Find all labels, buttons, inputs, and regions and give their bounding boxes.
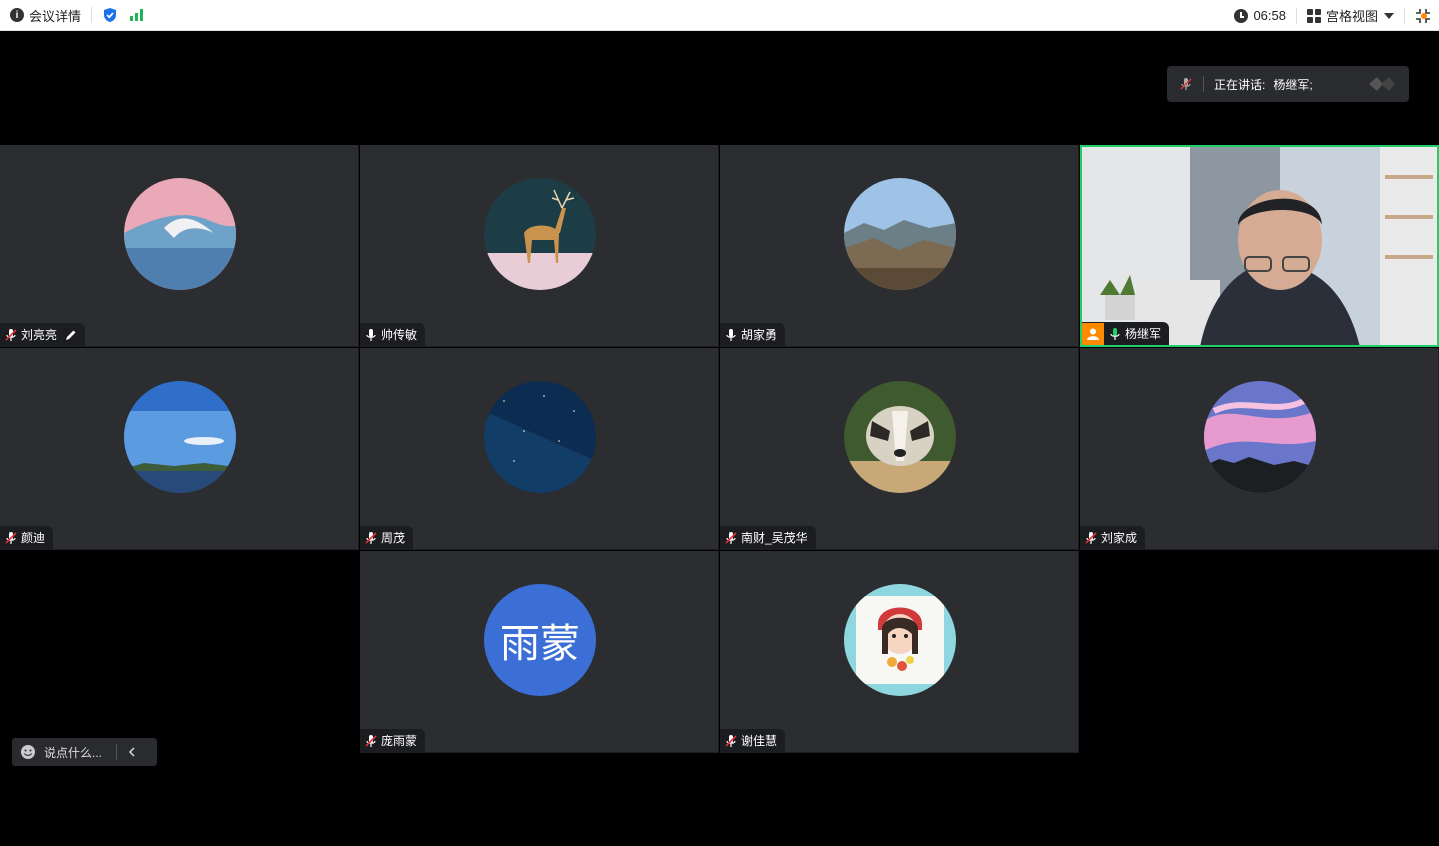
- participant-tile[interactable]: 雨蒙 庞雨蒙: [360, 551, 719, 753]
- avatar: [1204, 381, 1316, 493]
- avatar: [124, 381, 236, 493]
- mic-muted-icon: [725, 734, 737, 747]
- participant-tile[interactable]: 谢佳慧: [720, 551, 1079, 753]
- meeting-duration: 06:58: [1253, 8, 1286, 23]
- emoji-icon[interactable]: [20, 744, 36, 760]
- participant-tile[interactable]: 刘亮亮: [0, 145, 359, 347]
- pencil-icon[interactable]: [65, 329, 77, 341]
- participant-name: 胡家勇: [741, 328, 778, 342]
- clock-icon: [1234, 8, 1249, 23]
- divider: [1404, 7, 1405, 24]
- avatar: [844, 381, 956, 493]
- top-bar: i 会议详情 06:58 宫格视图: [0, 0, 1439, 31]
- avatar-text: 雨蒙: [500, 622, 580, 666]
- chevron-down-icon: [1384, 12, 1394, 19]
- divider: [1203, 76, 1204, 92]
- meeting-info-button[interactable]: i 会议详情: [0, 0, 144, 31]
- mic-muted-icon: [1085, 531, 1097, 544]
- chat-placeholder: 说点什么...: [44, 745, 103, 760]
- participant-name: 刘亮亮: [21, 328, 58, 342]
- participant-name-tag: 杨继军: [1082, 322, 1170, 345]
- app-logo-icon: [1369, 77, 1395, 91]
- avatar: [484, 381, 596, 493]
- divider: [91, 7, 93, 23]
- exit-fullscreen-button[interactable]: [1415, 8, 1431, 24]
- mic-muted-icon: [1180, 78, 1192, 90]
- signal-strength-icon[interactable]: [130, 9, 144, 21]
- participant-name: 谢佳慧: [741, 734, 778, 748]
- mic-speaking-icon: [1110, 327, 1120, 340]
- participant-name-tag: 谢佳慧: [720, 729, 786, 752]
- mic-muted-icon: [5, 328, 17, 341]
- mic-muted-icon: [5, 531, 17, 544]
- participant-name: 颜迪: [21, 531, 46, 545]
- participant-tile[interactable]: 胡家勇: [720, 145, 1079, 347]
- mic-muted-icon: [725, 531, 737, 544]
- participant-name-tag: 庞雨蒙: [360, 729, 426, 752]
- speaking-indicator: 正在讲话: 杨继军;: [1167, 66, 1409, 102]
- participant-name-tag: 颜迪: [0, 526, 54, 549]
- shield-check-icon[interactable]: [102, 7, 118, 23]
- notification-dot: [1421, 12, 1427, 19]
- grid-view-icon: [1306, 8, 1321, 23]
- mic-muted-icon: [365, 531, 377, 544]
- participant-name-tag: 刘家成: [1080, 526, 1146, 549]
- avatar: 雨蒙: [484, 584, 596, 696]
- mic-muted-icon: [365, 734, 377, 747]
- participant-tile[interactable]: 帅传敏: [360, 145, 719, 347]
- divider: [1295, 7, 1297, 24]
- avatar: [844, 584, 956, 696]
- participant-name-tag: 周茂: [360, 526, 414, 549]
- chevron-left-icon[interactable]: [127, 747, 137, 757]
- participant-name: 周茂: [381, 531, 406, 545]
- meeting-info-label: 会议详情: [29, 8, 82, 24]
- host-icon: [1082, 322, 1104, 345]
- participant-tile[interactable]: 南财_吴茂华: [720, 348, 1079, 550]
- chat-input[interactable]: 说点什么...: [12, 738, 157, 766]
- speaking-label: 正在讲话:: [1214, 77, 1266, 92]
- participant-name-tag: 胡家勇: [720, 323, 786, 346]
- view-mode-dropdown[interactable]: 宫格视图: [1306, 6, 1394, 25]
- participant-tile-active-speaker[interactable]: 杨继军: [1080, 145, 1439, 347]
- avatar: [484, 178, 596, 290]
- view-mode-label: 宫格视图: [1325, 9, 1378, 24]
- participant-name: 杨继军: [1125, 327, 1162, 341]
- participant-name-tag: 刘亮亮: [0, 323, 86, 346]
- participant-name-tag: 帅传敏: [360, 323, 426, 346]
- divider: [116, 744, 118, 760]
- participant-name-tag: 南财_吴茂华: [720, 526, 816, 549]
- mic-icon: [366, 328, 376, 341]
- mic-icon: [726, 328, 736, 341]
- video-feed: [1082, 147, 1437, 345]
- avatar: [124, 178, 236, 290]
- participant-name: 刘家成: [1101, 531, 1138, 545]
- participant-tile[interactable]: 周茂: [360, 348, 719, 550]
- participant-name: 庞雨蒙: [381, 734, 418, 748]
- participant-tile[interactable]: 刘家成: [1080, 348, 1439, 550]
- info-icon: i: [10, 8, 24, 22]
- participant-tile[interactable]: 颜迪: [0, 348, 359, 550]
- speaking-speaker: 杨继军;: [1273, 77, 1313, 92]
- avatar: [844, 178, 956, 290]
- participant-name: 帅传敏: [381, 328, 418, 342]
- participant-name: 南财_吴茂华: [741, 531, 808, 545]
